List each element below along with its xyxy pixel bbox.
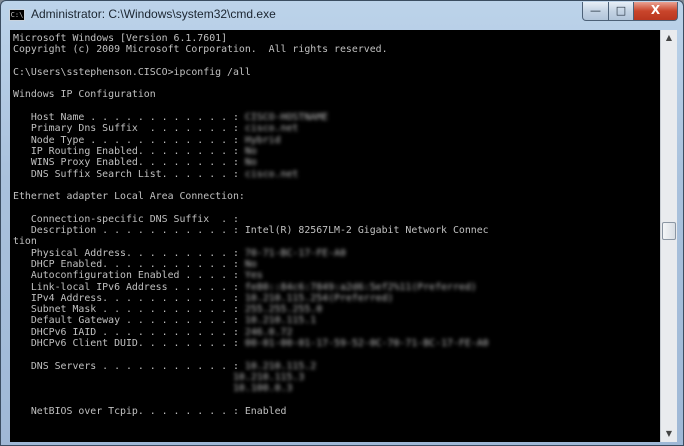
console-line-text: Copyright (c) 2009 Microsoft Corporation…: [13, 44, 388, 56]
console-line-text: [13, 372, 233, 383]
console-line-text: DHCPv6 Client DUID. . . . . . . . :: [13, 338, 245, 350]
console-line: C:\Users\sstephenson.CISCO>ipconfig /all: [13, 67, 489, 78]
console-line-text: Link-local IPv6 Address . . . . . :: [13, 281, 245, 293]
console-line: Microsoft Windows [Version 6.1.7601]: [13, 33, 489, 44]
console-line: WINS Proxy Enabled. . . . . . . . : No: [13, 157, 489, 168]
minimize-button[interactable]: —: [582, 2, 609, 21]
maximize-button[interactable]: □: [608, 2, 634, 21]
console-line-text: DHCP Enabled. . . . . . . . . . . :: [13, 258, 245, 270]
console-line-text: WINS Proxy Enabled. . . . . . . . :: [13, 157, 245, 169]
console-line: DNS Suffix Search List. . . . . . : cisc…: [13, 169, 489, 180]
redacted-value: 10.210.115.3: [232, 371, 305, 383]
redacted-value: 00-01-00-01-17-59-52-0C-70-71-BC-17-FE-A…: [244, 338, 489, 350]
console-line-text: Ethernet adapter Local Area Connection:: [13, 191, 245, 203]
console-output[interactable]: Microsoft Windows [Version 6.1.7601] Copy…: [10, 30, 660, 442]
redacted-value: fe80::84c6:7849:a2d6:5ef2%11(Preferred): [244, 281, 477, 293]
console-line: DHCP Enabled. . . . . . . . . . . : No: [13, 259, 489, 270]
redacted-value: No: [244, 145, 257, 157]
console-line-text: C:\Users\sstephenson.CISCO>ipconfig /all: [13, 66, 251, 78]
close-button[interactable]: X: [633, 2, 678, 21]
redacted-value: 255.255.255.0: [244, 304, 323, 316]
console-line-text: DHCPv6 IAID . . . . . . . . . . . :: [13, 326, 245, 338]
scroll-up-icon[interactable]: ▲: [661, 30, 677, 46]
console-line-text: Default Gateway . . . . . . . . . :: [13, 315, 245, 327]
redacted-value: 10.210.115.2: [244, 360, 317, 372]
console-line: Copyright (c) 2009 Microsoft Corporation…: [13, 44, 489, 55]
redacted-value: 10.210.115.254(Preferred): [244, 292, 394, 304]
console-line: Description . . . . . . . . . . . : Inte…: [13, 225, 489, 236]
redacted-value: 70-71-BC-17-FE-A0: [244, 247, 346, 259]
vertical-scrollbar[interactable]: ▲ ▼: [660, 30, 677, 442]
scroll-down-icon[interactable]: ▼: [661, 426, 677, 442]
console-line: IPv4 Address. . . . . . . . . . . : 10.2…: [13, 293, 489, 304]
redacted-value: 246.0.72: [244, 326, 293, 338]
console-line: NetBIOS over Tcpip. . . . . . . . : Enab…: [13, 406, 489, 417]
console-line: Node Type . . . . . . . . . . . . : Hybr…: [13, 135, 489, 146]
redacted-value: cisco.net: [244, 123, 299, 135]
redacted-value: CISCO-HOSTNAME: [244, 112, 329, 124]
console-line-text: Description . . . . . . . . . . . : Inte…: [13, 225, 489, 237]
console-text: Microsoft Windows [Version 6.1.7601] Copy…: [13, 33, 489, 417]
console-line-text: IPv4 Address. . . . . . . . . . . :: [13, 292, 245, 304]
console-line: Host Name . . . . . . . . . . . . : CISC…: [13, 112, 489, 123]
console-line-text: tion: [13, 236, 37, 248]
console-line: IP Routing Enabled. . . . . . . . : No: [13, 146, 489, 157]
scrollbar-thumb[interactable]: [662, 222, 676, 240]
cmd-window: C:\ Administrator: C:\Windows\system32\c…: [0, 0, 684, 446]
redacted-value: 10.100.0.3: [232, 383, 293, 395]
title-bar[interactable]: C:\ Administrator: C:\Windows\system32\c…: [1, 1, 683, 29]
console-line-text: NetBIOS over Tcpip. . . . . . . . : Enab…: [13, 405, 287, 417]
console-line: Link-local IPv6 Address . . . . . : fe80…: [13, 282, 489, 293]
console-line: 10.100.0.3: [13, 383, 489, 394]
cmd-icon[interactable]: C:\: [9, 9, 25, 21]
console-line-text: Windows IP Configuration: [13, 89, 156, 101]
console-line: Primary Dns Suffix . . . . . . . : cisco…: [13, 123, 489, 134]
console-line: Subnet Mask . . . . . . . . . . . : 255.…: [13, 304, 489, 315]
console-line-text: Host Name . . . . . . . . . . . . :: [13, 112, 245, 124]
redacted-value: Yes: [244, 270, 263, 282]
redacted-value: cisco.net: [244, 168, 299, 180]
console-line: Ethernet adapter Local Area Connection:: [13, 191, 489, 202]
console-line-text: Autoconfiguration Enabled . . . . :: [13, 270, 245, 282]
console-line: Physical Address. . . . . . . . . : 70-7…: [13, 248, 489, 259]
console-line: tion: [13, 236, 489, 247]
console-line-text: Primary Dns Suffix . . . . . . . :: [13, 123, 245, 135]
console-line-text: Physical Address. . . . . . . . . :: [13, 247, 245, 259]
redacted-value: No: [244, 157, 257, 169]
redacted-value: Hybrid: [244, 134, 281, 146]
redacted-value: No: [244, 258, 257, 270]
console-line-text: Subnet Mask . . . . . . . . . . . :: [13, 304, 245, 316]
console-line: Default Gateway . . . . . . . . . : 10.2…: [13, 315, 489, 326]
console-line-text: Connection-specific DNS Suffix . :: [13, 213, 239, 225]
redacted-value: 10.210.115.1: [244, 315, 317, 327]
console-line-text: Microsoft Windows [Version 6.1.7601]: [13, 33, 228, 44]
console-line-text: Node Type . . . . . . . . . . . . :: [13, 134, 245, 146]
console-line: Windows IP Configuration: [13, 89, 489, 100]
console-line: Autoconfiguration Enabled . . . . : Yes: [13, 270, 489, 281]
window-title: Administrator: C:\Windows\system32\cmd.e…: [31, 7, 276, 21]
console-line: DHCPv6 IAID . . . . . . . . . . . : 246.…: [13, 327, 489, 338]
console-line: DHCPv6 Client DUID. . . . . . . . : 00-0…: [13, 338, 489, 349]
console-line-text: IP Routing Enabled. . . . . . . . :: [13, 145, 245, 157]
console-line: 10.210.115.3: [13, 372, 489, 383]
console-line: DNS Servers . . . . . . . . . . . : 10.2…: [13, 361, 489, 372]
console-line-text: DNS Servers . . . . . . . . . . . :: [13, 360, 245, 372]
console-line-text: DNS Suffix Search List. . . . . . :: [13, 168, 245, 180]
console-line: Connection-specific DNS Suffix . :: [13, 214, 489, 225]
console-line-text: [13, 383, 233, 394]
